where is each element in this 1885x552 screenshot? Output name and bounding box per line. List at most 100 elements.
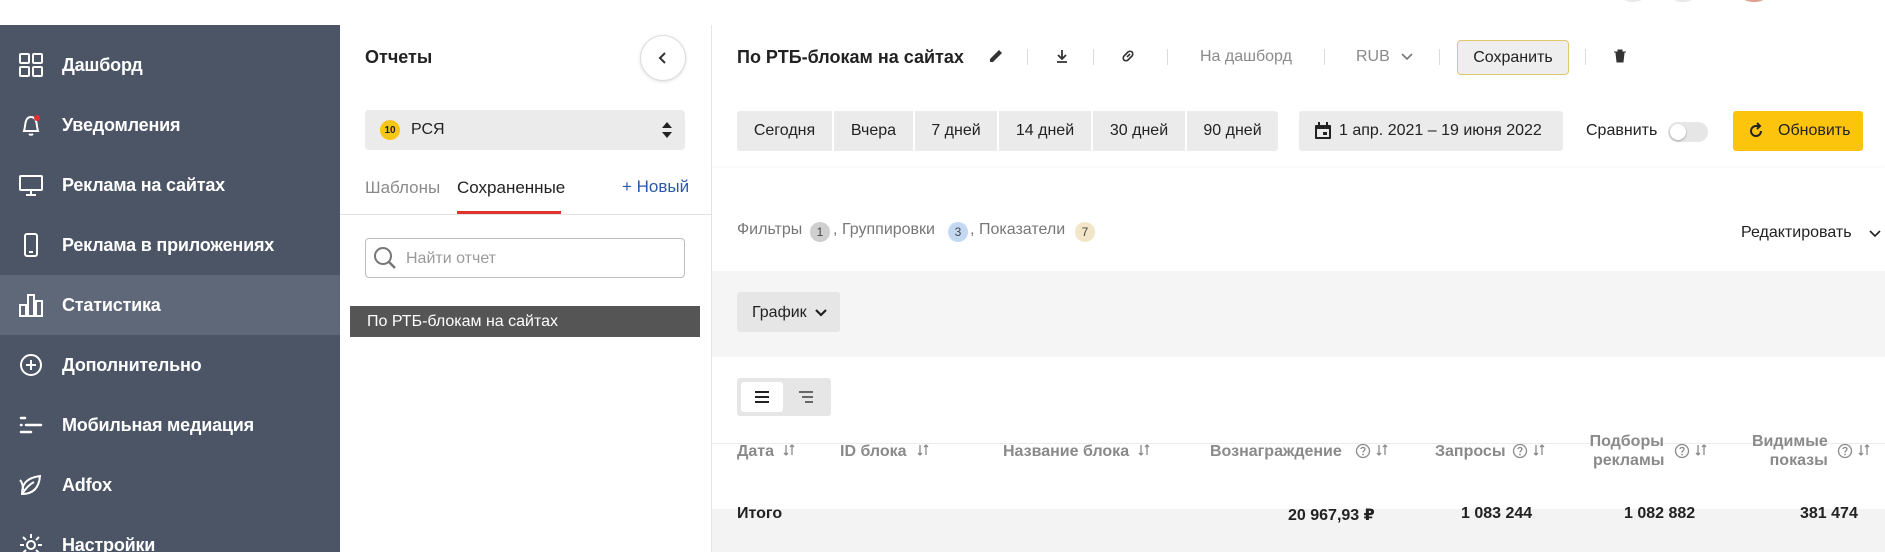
graph-toggle-button[interactable]: График	[737, 292, 840, 332]
column-block-id[interactable]: ID блока	[840, 442, 907, 461]
smartphone-icon	[18, 232, 44, 258]
reports-panel: Отчеты 10 РСЯ Шаблоны Сохраненные + Новы…	[340, 25, 712, 552]
separator	[1167, 49, 1168, 65]
period-buttons: Сегодня Вчера 7 дней 14 дней 30 дней 90 …	[737, 111, 1278, 151]
sidebar-item-adfox[interactable]: Adfox	[0, 455, 340, 515]
sidebar-item-statistics[interactable]: Статистика	[0, 275, 340, 335]
separator	[1585, 49, 1586, 65]
report-search-input[interactable]: Найти отчет	[365, 238, 685, 278]
sidebar-item-dashboard[interactable]: Дашборд	[0, 35, 340, 95]
delete-button[interactable]	[1610, 46, 1630, 66]
currency-select[interactable]: RUB	[1356, 48, 1390, 66]
copy-link-button[interactable]	[1118, 46, 1138, 66]
link-icon	[1122, 50, 1134, 62]
date-range-picker[interactable]: 1 апр. 2021 – 19 июня 2022	[1299, 111, 1563, 151]
report-item-label: По РТБ-блокам на сайтах	[367, 313, 559, 330]
period-today-button[interactable]: Сегодня	[737, 111, 832, 151]
separator	[1093, 49, 1094, 65]
top-bar-button[interactable]	[1668, 0, 1698, 2]
tree-view-button[interactable]	[785, 382, 827, 412]
report-list-item[interactable]: По РТБ-блокам на сайтах	[350, 306, 700, 337]
sidebar-item-ads-apps[interactable]: Реклама в приложениях	[0, 215, 340, 275]
total-label: Итого	[737, 505, 783, 522]
column-block-name[interactable]: Название блока	[1003, 442, 1129, 461]
sort-icon[interactable]	[1532, 443, 1546, 457]
sidebar-item-label: Реклама в приложениях	[62, 234, 275, 255]
save-button[interactable]: Сохранить	[1457, 40, 1569, 75]
edit-title-button[interactable]	[986, 46, 1006, 66]
help-icon[interactable]	[1355, 443, 1371, 459]
metrics-label[interactable]: Показатели	[979, 221, 1065, 239]
to-dashboard-button[interactable]: На дашборд	[1200, 48, 1292, 66]
dashboard-grid-icon	[18, 52, 44, 78]
sidebar-item-mobile-mediation[interactable]: Мобильная медиация	[0, 395, 340, 455]
filters-count-badge: 1	[810, 222, 830, 242]
sort-icon[interactable]	[1857, 443, 1871, 457]
refresh-label: Обновить	[1778, 122, 1851, 139]
help-icon[interactable]	[1674, 443, 1690, 459]
sort-icon[interactable]	[916, 443, 930, 457]
download-button[interactable]	[1052, 46, 1072, 66]
sort-icon[interactable]	[1375, 443, 1389, 457]
sidebar-item-label: Дополнительно	[62, 354, 202, 375]
total-ad-picks: 1 082 882	[1624, 505, 1696, 522]
search-icon	[374, 247, 396, 269]
search-placeholder: Найти отчет	[406, 250, 497, 267]
column-ad-picks[interactable]: Подборы рекламы	[1589, 432, 1665, 470]
sidebar-item-label: Статистика	[62, 294, 161, 315]
sidebar-item-settings[interactable]: Настройки	[0, 515, 340, 552]
period-14-days-button[interactable]: 14 дней	[999, 111, 1091, 151]
chevron-left-icon	[658, 52, 666, 64]
sidebar-item-ads-sites[interactable]: Реклама на сайтах	[0, 155, 340, 215]
column-visible-impressions[interactable]: Видимые показы	[1752, 432, 1828, 470]
period-yesterday-button[interactable]: Вчера	[834, 111, 913, 151]
column-visible-line1: Видимые	[1752, 433, 1828, 450]
bell-icon	[18, 112, 44, 138]
avatar[interactable]	[1738, 0, 1770, 2]
trash-icon	[1614, 49, 1626, 63]
period-90-days-button[interactable]: 90 дней	[1187, 111, 1278, 151]
pencil-icon	[990, 50, 1002, 62]
sidebar-item-additional[interactable]: Дополнительно	[0, 335, 340, 395]
column-ad-picks-line2: рекламы	[1593, 452, 1665, 469]
edit-filters-button[interactable]: Редактировать	[1741, 224, 1852, 242]
separator	[1324, 49, 1325, 65]
tab-saved[interactable]: Сохраненные	[457, 178, 565, 198]
groupings-count-badge: 3	[948, 222, 968, 242]
separator	[1027, 49, 1028, 65]
filters-label[interactable]: Фильтры	[737, 221, 802, 239]
help-icon[interactable]	[1512, 443, 1528, 459]
column-requests[interactable]: Запросы	[1435, 442, 1505, 461]
tab-templates[interactable]: Шаблоны	[365, 178, 440, 198]
flat-view-button[interactable]	[741, 382, 783, 412]
top-bar	[0, 0, 1885, 25]
period-7-days-button[interactable]: 7 дней	[915, 111, 997, 151]
separator-comma: ,	[970, 221, 975, 238]
total-reward: 20 967,93 ₽	[1288, 507, 1375, 524]
product-select-value: РСЯ	[411, 121, 445, 138]
refresh-button[interactable]: Обновить	[1733, 111, 1863, 151]
compare-toggle[interactable]	[1668, 122, 1708, 142]
groupings-label[interactable]: Группировки	[842, 221, 935, 239]
period-30-days-button[interactable]: 30 дней	[1093, 111, 1185, 151]
new-report-link[interactable]: + Новый	[622, 177, 689, 197]
product-badge: 10	[380, 120, 400, 140]
sidebar-item-label: Мобильная медиация	[62, 414, 254, 435]
sort-icon[interactable]	[1694, 443, 1708, 457]
collapse-panel-button[interactable]	[640, 35, 686, 81]
column-date[interactable]: Дата	[737, 442, 774, 461]
date-range-value: 1 апр. 2021 – 19 июня 2022	[1339, 122, 1542, 139]
graph-label: График	[752, 304, 807, 321]
divider	[340, 214, 711, 215]
top-bar-button[interactable]	[1618, 0, 1648, 2]
sidebar-item-label: Настройки	[62, 534, 156, 552]
sidebar-item-notifications[interactable]: Уведомления	[0, 95, 340, 155]
column-reward[interactable]: Вознаграждение	[1210, 442, 1342, 461]
chevron-down-icon	[815, 309, 827, 317]
help-icon[interactable]	[1837, 443, 1853, 459]
product-select[interactable]: 10 РСЯ	[365, 110, 685, 150]
sidebar-item-label: Adfox	[62, 474, 112, 495]
total-visible-impressions: 381 474	[1800, 505, 1858, 522]
sort-icon[interactable]	[782, 443, 796, 457]
sort-icon[interactable]	[1137, 443, 1151, 457]
